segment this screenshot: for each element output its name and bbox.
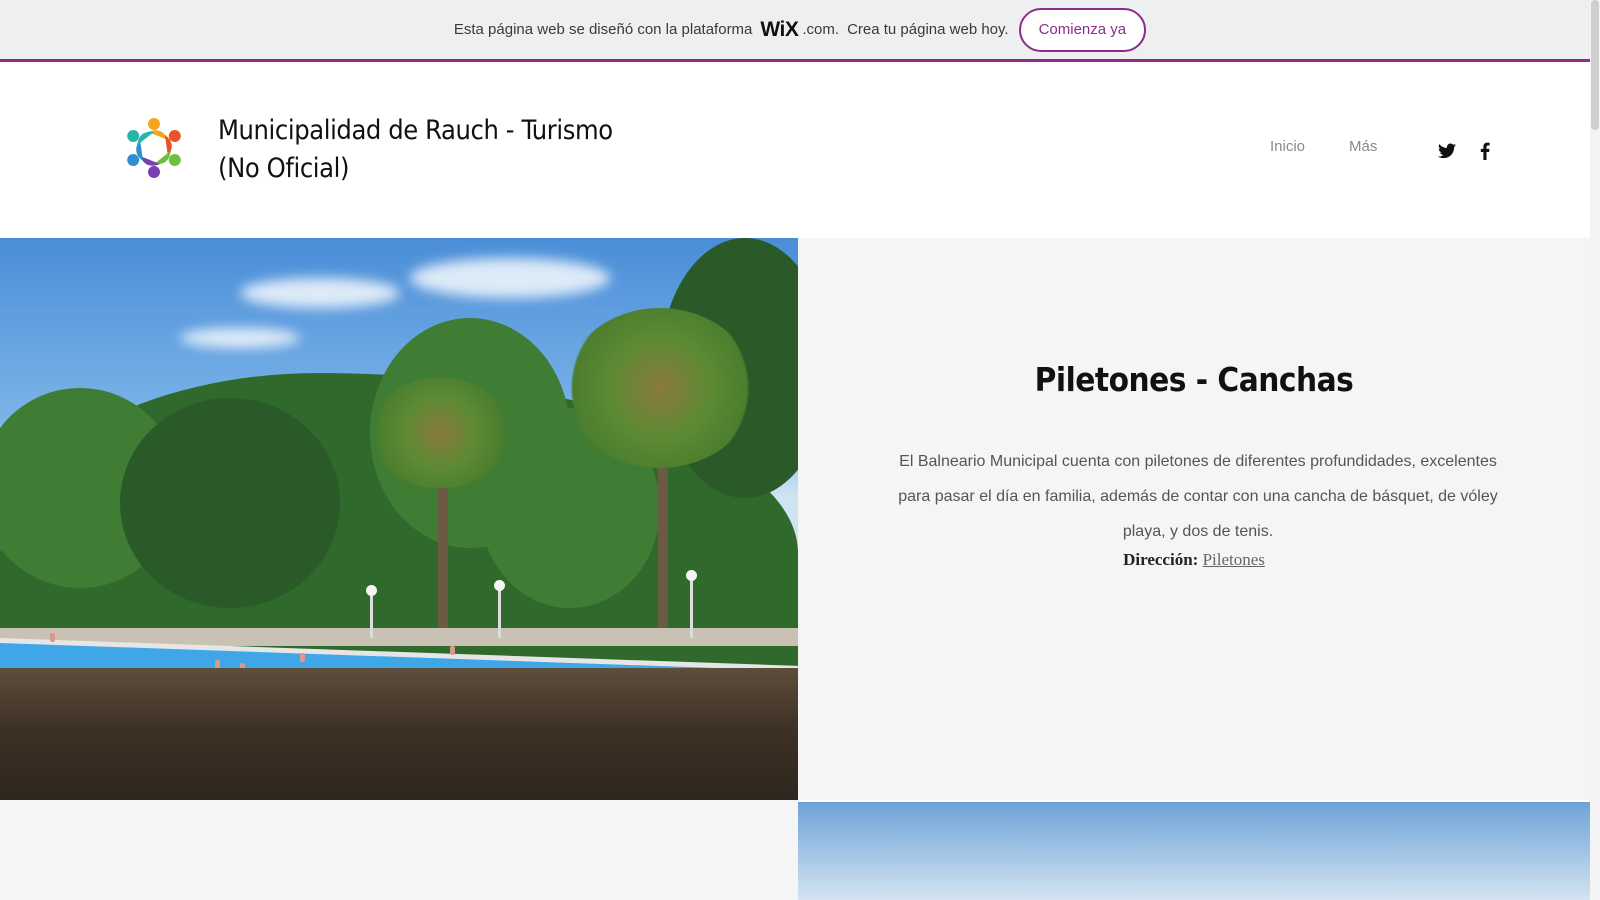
site-title[interactable]: Municipalidad de Rauch - Turismo (No Ofi… [218, 112, 658, 188]
lamp-post [366, 585, 377, 638]
social-links [1438, 142, 1494, 160]
start-now-button[interactable]: Comienza ya [1018, 7, 1147, 52]
scrollbar-thumb[interactable] [1591, 0, 1599, 130]
nav-item-inicio[interactable]: Inicio [1270, 138, 1305, 155]
people-circle-logo-icon [127, 118, 181, 178]
nav-item-mas[interactable]: Más [1349, 138, 1377, 155]
pond-water [0, 668, 798, 800]
person [50, 633, 55, 642]
address-label: Dirección: [1123, 550, 1199, 569]
scrollbar[interactable] [1590, 0, 1600, 900]
twitter-icon[interactable] [1438, 142, 1456, 160]
lamp-post [686, 570, 697, 638]
palm-crown [370, 378, 510, 488]
next-section-photo [798, 802, 1590, 900]
banner-text-before: Esta página web se diseñó con la platafo… [453, 21, 753, 38]
cloud [240, 278, 400, 308]
palm-crown [565, 308, 755, 468]
next-section-text-area [0, 800, 798, 900]
wix-promo-banner: Esta página web se diseñó con la platafo… [0, 0, 1600, 62]
info-panel: Piletones - Canchas El Balneario Municip… [798, 238, 1590, 800]
main-nav: Inicio Más [1270, 138, 1377, 155]
section-title: Piletones - Canchas [1034, 360, 1354, 399]
facebook-icon[interactable] [1476, 142, 1494, 160]
address-line: Dirección: Piletones [798, 550, 1590, 570]
tree [120, 398, 340, 608]
wix-logo[interactable]: WiX [760, 18, 798, 42]
address-link[interactable]: Piletones [1203, 550, 1265, 569]
wix-domain: .com. [802, 21, 840, 38]
section-description: El Balneario Municipal cuenta con pileto… [898, 453, 1498, 540]
cloud [410, 258, 610, 298]
banner-text: Esta página web se diseñó con la platafo… [454, 18, 1009, 42]
banner-text-after: Crea tu página web hoy. [847, 21, 1009, 38]
pool-photo [0, 238, 798, 800]
person [450, 646, 455, 655]
person [300, 653, 305, 662]
site-header: Municipalidad de Rauch - Turismo (No Ofi… [0, 62, 1600, 238]
cloud [180, 328, 300, 348]
lamp-post [494, 580, 505, 638]
site-logo[interactable] [118, 112, 190, 184]
